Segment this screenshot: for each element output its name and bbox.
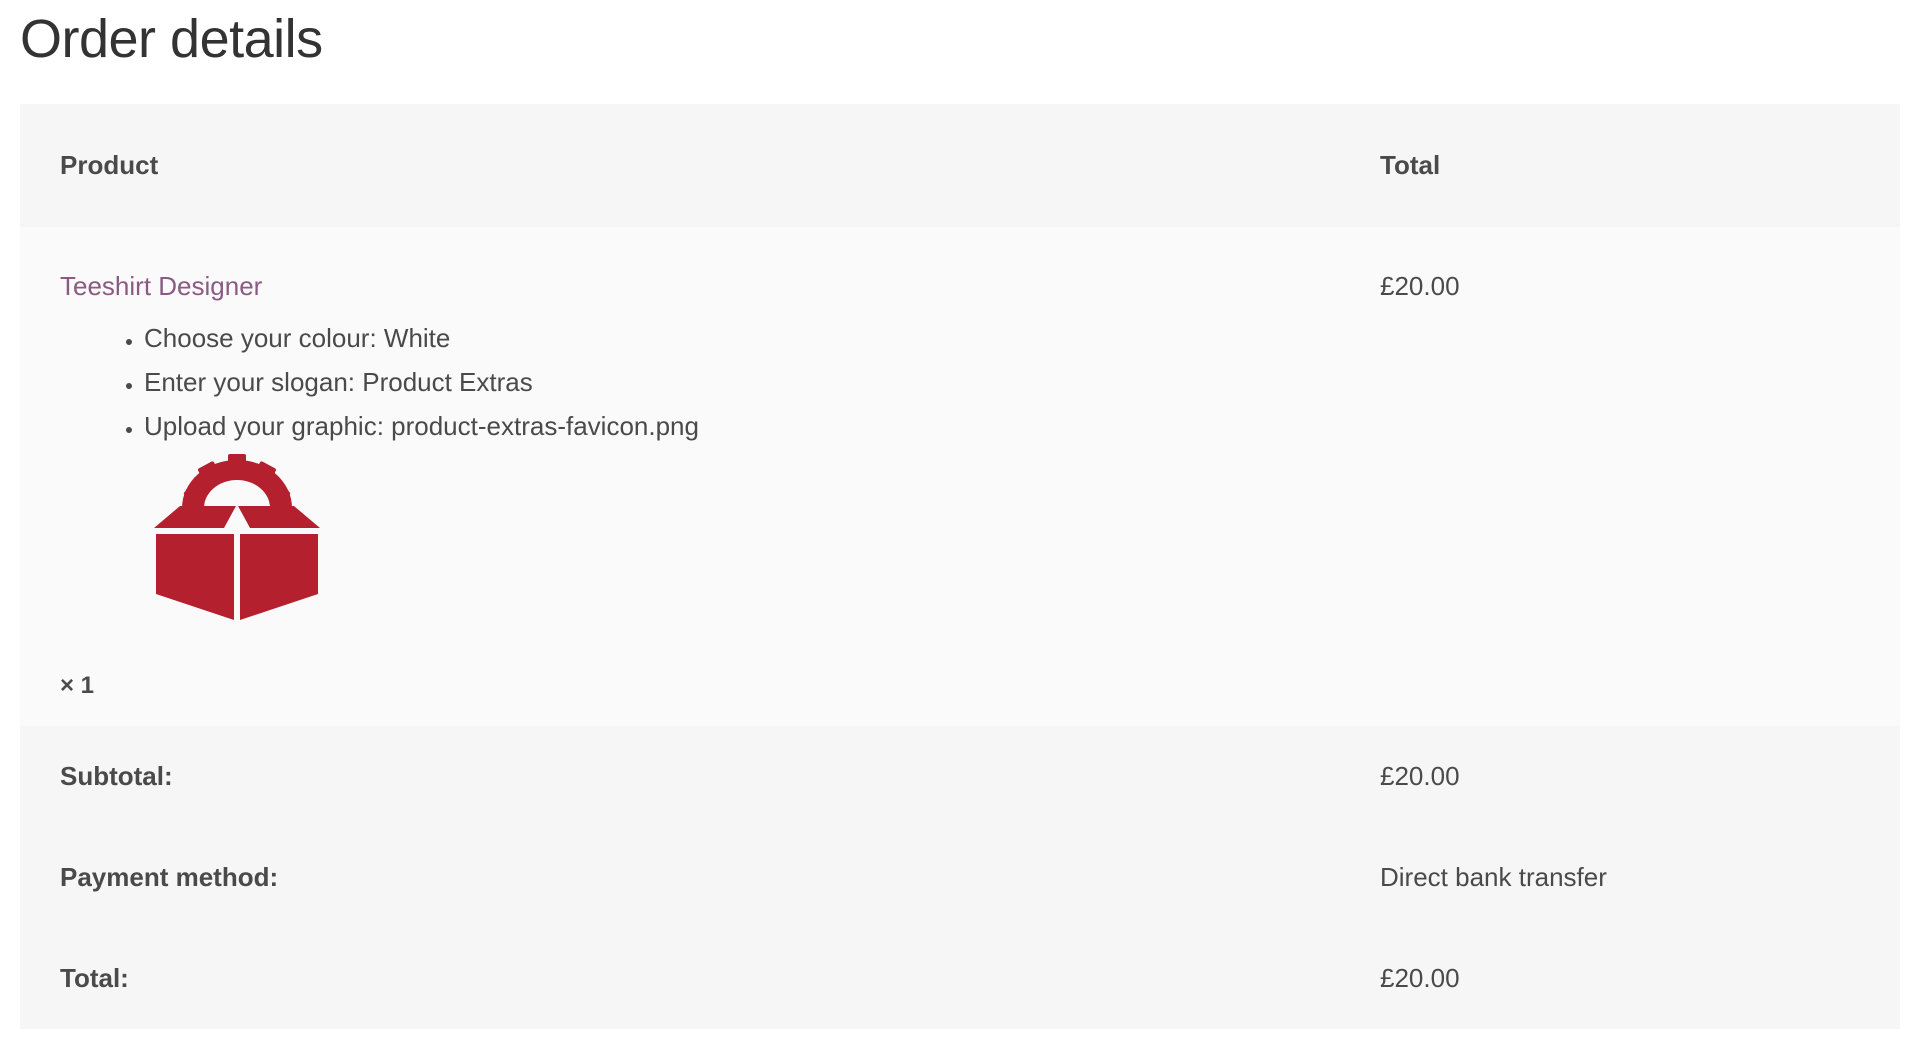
product-name-link[interactable]: Teeshirt Designer	[60, 271, 262, 301]
item-meta-slogan: Enter your slogan: Product Extras	[144, 360, 1340, 404]
order-details-page: Order details Product Total Teeshirt Des…	[0, 0, 1920, 1043]
column-header-total: Total	[1380, 150, 1441, 180]
table-header-row: Product Total	[20, 104, 1900, 227]
total-value: £20.00	[1380, 963, 1460, 993]
item-meta-list: Choose your colour: White Enter your slo…	[60, 316, 1340, 448]
subtotal-row: Subtotal: £20.00	[20, 726, 1900, 827]
subtotal-label: Subtotal:	[60, 761, 173, 791]
payment-method-row: Payment method: Direct bank transfer	[20, 827, 1900, 928]
payment-method-value: Direct bank transfer	[1380, 862, 1607, 892]
page-title: Order details	[20, 9, 323, 69]
order-item-row: Teeshirt Designer Choose your colour: Wh…	[20, 227, 1900, 726]
gear-box-icon	[154, 454, 320, 620]
order-table: Product Total Teeshirt Designer Choose y…	[20, 104, 1900, 1029]
total-row: Total: £20.00	[20, 928, 1900, 1029]
product-cell: Teeshirt Designer Choose your colour: Wh…	[20, 227, 1340, 726]
item-meta-colour: Choose your colour: White	[144, 316, 1340, 360]
item-meta-graphic: Upload your graphic: product-extras-favi…	[144, 404, 1340, 448]
quantity-label: × 1	[60, 672, 95, 699]
subtotal-value: £20.00	[1380, 761, 1460, 791]
total-label: Total:	[60, 963, 129, 993]
item-total-cell: £20.00	[1380, 271, 1460, 301]
column-header-product: Product	[60, 150, 159, 180]
payment-method-label: Payment method:	[60, 862, 279, 892]
